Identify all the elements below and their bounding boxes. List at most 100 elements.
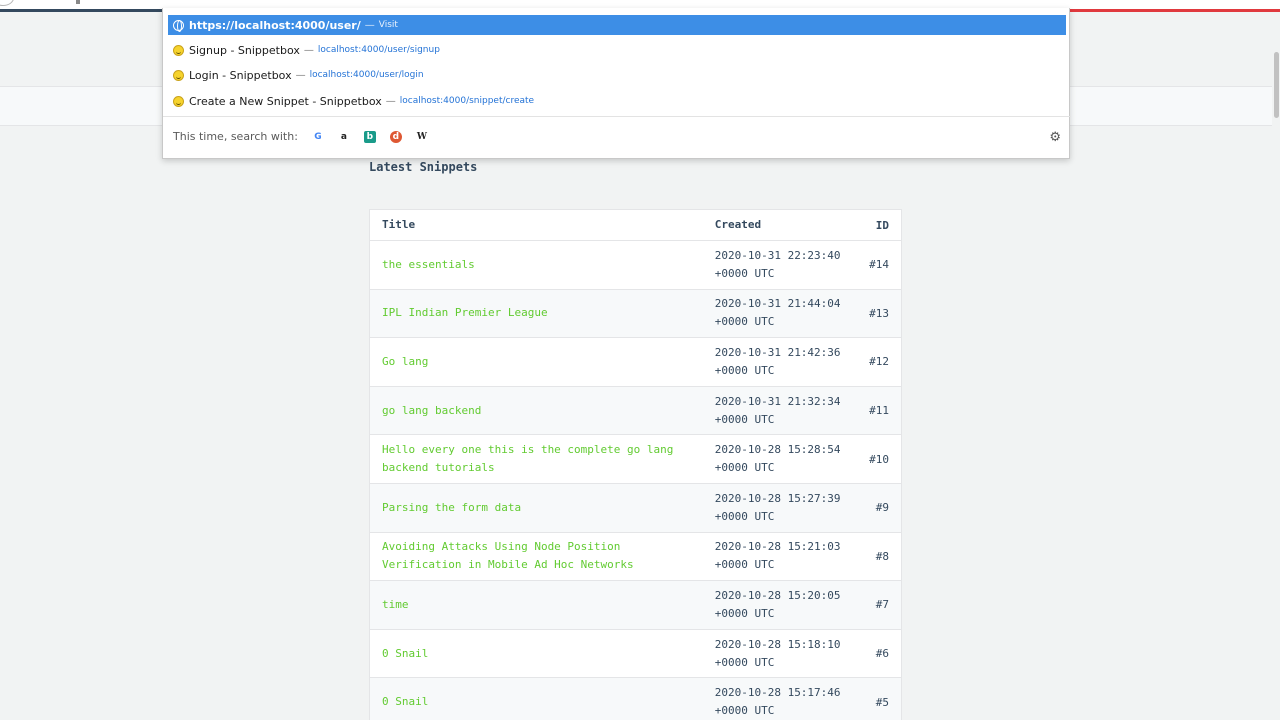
created-cell: 2020-10-28 15:21:03 +0000 UTC [703, 538, 852, 574]
suggestion-title: Signup - Snippetbox [189, 43, 300, 57]
created-date: 2020-10-31 22:23:40 [714, 248, 841, 262]
table-row: 0 Snail 2020-10-28 15:18:10 +0000 UTC #6 [370, 629, 901, 679]
snippet-link[interactable]: time [382, 598, 409, 611]
back-button[interactable] [0, 0, 14, 6]
created-date: 2020-10-28 15:20:05 [714, 588, 841, 602]
created-cell: 2020-10-28 15:18:10 +0000 UTC [703, 636, 852, 672]
created-tz: +0000 UTC [714, 655, 775, 669]
page-title: Latest Snippets [369, 160, 478, 174]
id-cell: #10 [869, 452, 889, 466]
created-cell: 2020-10-31 21:32:34 +0000 UTC [703, 393, 852, 429]
created-tz: +0000 UTC [714, 363, 775, 377]
suggestion-separator: — [364, 19, 375, 31]
suggestion-action: Visit [378, 20, 398, 30]
id-cell: #7 [875, 598, 889, 612]
wikipedia-search-icon[interactable]: W [415, 130, 428, 143]
created-date: 2020-10-28 15:18:10 [714, 637, 841, 651]
snippet-link[interactable]: the essentials [382, 258, 475, 271]
suggestion-separator: — [303, 44, 314, 56]
created-tz: +0000 UTC [714, 461, 775, 475]
snippet-link[interactable]: IPL Indian Premier League [382, 306, 548, 319]
snippet-link[interactable]: 0 Snail [382, 647, 428, 660]
created-cell: 2020-10-31 22:23:40 +0000 UTC [703, 247, 852, 283]
created-tz: +0000 UTC [714, 509, 775, 523]
dropdown-divider [163, 116, 1071, 117]
table-row: IPL Indian Premier League 2020-10-31 21:… [370, 289, 901, 339]
created-tz: +0000 UTC [714, 266, 775, 280]
search-with-label: This time, search with: [173, 130, 298, 143]
column-header-id: ID [875, 218, 889, 232]
duckduckgo-search-icon[interactable]: d [389, 130, 402, 143]
created-cell: 2020-10-31 21:42:36 +0000 UTC [703, 344, 852, 380]
table-row: the essentials 2020-10-31 22:23:40 +0000 … [370, 241, 901, 290]
suggestion-url: localhost:4000/user/login [309, 70, 424, 80]
created-date: 2020-10-31 21:42:36 [714, 345, 841, 359]
table-row: time 2020-10-28 15:20:05 +0000 UTC #7 [370, 581, 901, 630]
table-header: Title Created ID [370, 210, 901, 241]
globe-icon [173, 19, 184, 32]
snippet-link[interactable]: 0 Snail [382, 695, 428, 708]
created-tz: +0000 UTC [714, 558, 775, 572]
created-cell: 2020-10-28 15:28:54 +0000 UTC [703, 441, 852, 477]
scrollbar-thumb[interactable] [1274, 52, 1279, 118]
suggestion-separator: — [295, 69, 306, 81]
favicon-smiley-icon [173, 69, 184, 81]
suggestion-separator: — [385, 95, 396, 107]
snippets-table: Title Created ID the essentials 2020-10-… [369, 209, 902, 720]
suggestion-url: localhost:4000/snippet/create [399, 96, 535, 106]
created-tz: +0000 UTC [714, 412, 775, 426]
id-cell: #13 [869, 306, 889, 320]
suggestion-title: Create a New Snippet - Snippetbox [189, 94, 382, 108]
created-cell: 2020-10-28 15:27:39 +0000 UTC [703, 490, 852, 526]
created-tz: +0000 UTC [714, 606, 775, 620]
snippet-link[interactable]: go lang backend [382, 404, 481, 417]
id-cell: #14 [869, 258, 889, 272]
table-row: Parsing the form data 2020-10-28 15:27:3… [370, 483, 901, 533]
id-cell: #5 [875, 695, 889, 709]
created-tz: +0000 UTC [714, 315, 775, 329]
table-row: Avoiding Attacks Using Node Position Ver… [370, 532, 901, 582]
table-row: go lang backend 2020-10-31 21:32:34 +0000… [370, 386, 901, 436]
suggestion-url: https://localhost:4000/user/ [189, 18, 361, 32]
created-date: 2020-10-28 15:28:54 [714, 443, 841, 457]
search-settings-gear-icon[interactable]: ⚙ [1049, 130, 1061, 145]
google-search-icon[interactable]: G [311, 130, 324, 143]
urlbar-suggestion[interactable]: Login - Snippetbox — localhost:4000/user… [168, 65, 1066, 85]
id-cell: #12 [869, 355, 889, 369]
created-cell: 2020-10-31 21:44:04 +0000 UTC [703, 295, 852, 331]
snippet-link[interactable]: Parsing the form data [382, 501, 521, 514]
favicon-smiley-icon [173, 95, 184, 107]
created-date: 2020-10-28 15:17:46 [714, 686, 841, 700]
id-cell: #11 [869, 404, 889, 418]
created-tz: +0000 UTC [714, 704, 775, 718]
table-row: Go lang 2020-10-31 21:42:36 +0000 UTC #12 [370, 338, 901, 387]
created-date: 2020-10-28 15:21:03 [714, 540, 841, 554]
snippet-link[interactable]: Hello every one this is the complete go … [382, 443, 673, 474]
amazon-search-icon[interactable]: a [337, 130, 350, 143]
column-header-title: Title [382, 218, 416, 231]
id-cell: #6 [875, 647, 889, 661]
column-header-created: Created [714, 218, 762, 231]
toolbar-divider [76, 0, 80, 4]
table-row: Hello every one this is the complete go … [370, 435, 901, 484]
snippet-link[interactable]: Go lang [382, 355, 428, 368]
id-cell: #8 [875, 549, 889, 563]
urlbar-suggestion[interactable]: Signup - Snippetbox — localhost:4000/use… [168, 40, 1066, 60]
suggestion-url: localhost:4000/user/signup [317, 45, 440, 55]
snippet-link[interactable]: Avoiding Attacks Using Node Position Ver… [382, 540, 634, 571]
urlbar-dropdown: https://localhost:4000/user/ — Visit Sig… [162, 8, 1071, 159]
created-date: 2020-10-31 21:44:04 [714, 297, 841, 311]
created-cell: 2020-10-28 15:17:46 +0000 UTC [703, 684, 852, 720]
suggestion-title: Login - Snippetbox [189, 68, 292, 82]
bing-search-icon[interactable]: b [363, 130, 376, 143]
created-date: 2020-10-28 15:27:39 [714, 491, 841, 505]
table-row: 0 Snail 2020-10-28 15:17:46 +0000 UTC #5 [370, 678, 901, 720]
favicon-smiley-icon [173, 44, 184, 56]
created-cell: 2020-10-28 15:20:05 +0000 UTC [703, 587, 852, 623]
created-date: 2020-10-31 21:32:34 [714, 394, 841, 408]
scrollbar[interactable] [1272, 12, 1280, 720]
table-body: the essentials 2020-10-31 22:23:40 +0000 … [370, 241, 901, 720]
urlbar-suggestion-visit[interactable]: https://localhost:4000/user/ — Visit [168, 15, 1066, 35]
one-off-search-bar: This time, search with: G a b d W [173, 130, 428, 143]
urlbar-suggestion[interactable]: Create a New Snippet - Snippetbox — loca… [168, 91, 1066, 111]
